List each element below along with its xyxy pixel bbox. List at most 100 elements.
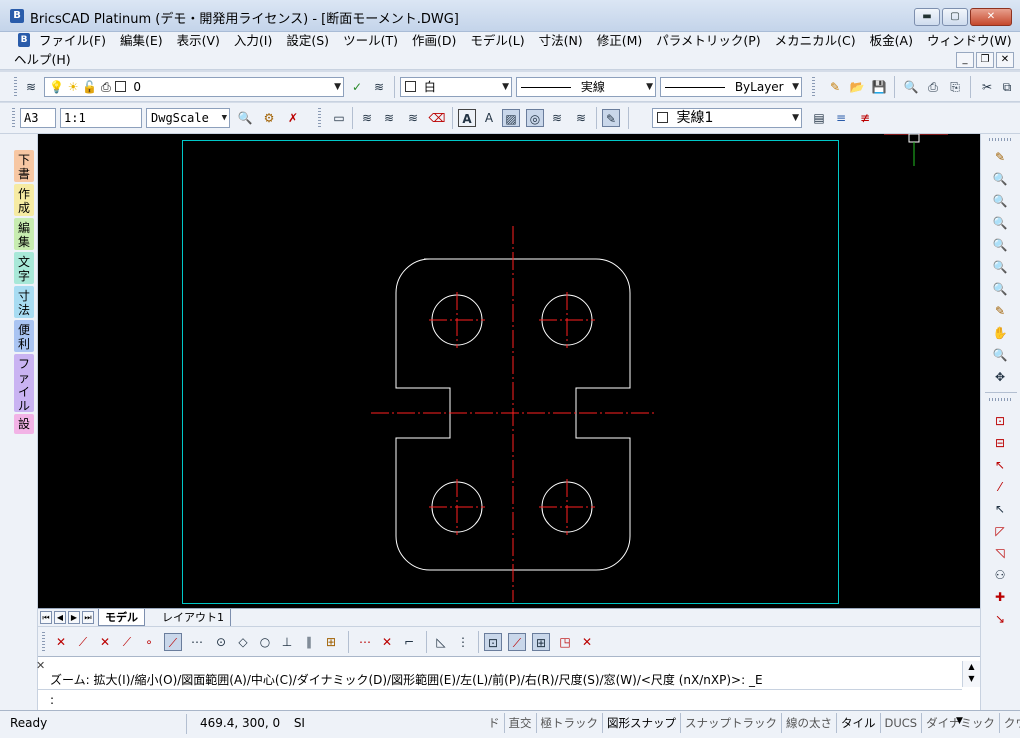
snap-clear-icon[interactable]: ✕ — [52, 633, 70, 651]
print-preview-icon[interactable]: 🔍 — [902, 78, 920, 96]
grid-icon[interactable]: ⋮ — [454, 633, 472, 651]
snap-nearest-icon[interactable]: ⟋ — [164, 633, 182, 651]
snap-node-icon[interactable]: ∘ — [140, 633, 158, 651]
lineweight-combo[interactable]: ByLayer ▼ — [660, 77, 802, 97]
toolbar-grip[interactable] — [14, 77, 17, 97]
document-close-button[interactable]: ✕ — [996, 52, 1014, 68]
menu-settings[interactable]: 設定(S) — [279, 32, 336, 50]
menu-draw[interactable]: 作画(D) — [405, 32, 463, 50]
color-combo[interactable]: 白 ▼ — [400, 77, 512, 97]
layer-match-icon[interactable]: ≋ — [370, 78, 388, 96]
dwgscale-combo[interactable]: DwgScale ▼ — [146, 108, 230, 128]
toolbar-grip[interactable] — [989, 398, 1013, 401]
redraw-icon[interactable]: ✎ — [991, 148, 1009, 166]
select-crossing-icon[interactable]: ⊟ — [991, 434, 1009, 452]
last-tab-icon[interactable]: ⏭ — [82, 611, 94, 624]
status-toggle[interactable]: 直交 — [505, 713, 537, 733]
select-window-icon[interactable]: ⊡ — [991, 412, 1009, 430]
layer-previous-icon[interactable]: ✓ — [348, 78, 366, 96]
status-menu-chevron-icon[interactable]: ▼ — [956, 716, 963, 726]
select-fence-icon[interactable]: ⁄ — [991, 478, 1009, 496]
snap-3d-icon[interactable]: ⊞ — [532, 633, 550, 651]
paper-size-field[interactable]: A3 — [20, 108, 56, 128]
dimension-update-icon[interactable]: ≢ — [856, 109, 874, 127]
zoom-all-icon[interactable]: ✎ — [991, 302, 1009, 320]
tab-layout1[interactable]: レイアウト1 — [156, 609, 231, 626]
snap-toggle-icon[interactable]: ⟋ — [508, 633, 526, 651]
text-style-a-icon[interactable]: A — [458, 109, 476, 127]
snap-insertion-icon[interactable]: ⊞ — [322, 633, 340, 651]
snap-perpendicular-icon[interactable]: ⊥ — [278, 633, 296, 651]
select-polygon-icon[interactable]: ◹ — [991, 544, 1009, 562]
toolbar-grip[interactable] — [42, 632, 45, 652]
status-toggle[interactable]: ド — [484, 713, 505, 733]
layer-combo[interactable]: 💡 ☀ 🔓 ⎙ 0 ▼ — [44, 77, 344, 97]
snap-track-icon[interactable]: ✕ — [378, 633, 396, 651]
tab-edit[interactable]: 編集 — [14, 218, 34, 250]
zoom-extents-icon[interactable]: 🔍 — [991, 280, 1009, 298]
zoom-scale-icon[interactable]: 🔍 — [236, 109, 254, 127]
attribute-off-icon[interactable]: ≋ — [572, 109, 590, 127]
toolbar-grip[interactable] — [12, 108, 15, 128]
status-coordinates[interactable]: 469.4, 300, 0 SI — [200, 716, 305, 730]
tab-draft[interactable]: 下書 — [14, 150, 34, 182]
menu-sheetmetal[interactable]: 板金(A) — [863, 32, 920, 50]
dimension-linear-icon[interactable]: ▤ — [810, 109, 828, 127]
toolbar-grip[interactable] — [318, 108, 321, 128]
snap-endpoint-icon[interactable]: ⟋ — [74, 633, 92, 651]
snap-tangent-icon[interactable]: ○ — [256, 633, 274, 651]
dimstyle-combo[interactable]: 実線1 ▼ — [652, 108, 802, 128]
mtext-icon[interactable]: A — [480, 109, 498, 127]
menu-dimension[interactable]: 寸法(N) — [532, 32, 590, 50]
menu-window[interactable]: ウィンドウ(W) — [920, 32, 1019, 50]
tab-file[interactable]: ファイル — [14, 354, 34, 413]
document-icon[interactable]: B — [18, 33, 30, 47]
snap-center-icon[interactable]: ⊙ — [212, 633, 230, 651]
select-pointer-icon[interactable]: ↖ — [991, 456, 1009, 474]
new-file-icon[interactable]: ✎ — [826, 78, 844, 96]
publish-icon[interactable]: ⎘ — [946, 78, 964, 96]
select-add-icon[interactable]: ✚ — [991, 588, 1009, 606]
document-restore-button[interactable]: ❐ — [976, 52, 994, 68]
tab-model[interactable]: モデル — [98, 609, 145, 626]
dimension-edit-icon[interactable]: ≡ — [832, 109, 850, 127]
scale-field[interactable]: 1:1 — [60, 108, 142, 128]
layer-delete-icon[interactable]: ⌫ — [428, 109, 446, 127]
snap-intersection-icon[interactable]: ✕ — [96, 633, 114, 651]
menu-modify[interactable]: 修正(M) — [590, 32, 650, 50]
snap-settings-icon[interactable]: ⊡ — [484, 633, 502, 651]
first-tab-icon[interactable]: ⏮ — [40, 611, 52, 624]
maximize-button[interactable]: ▢ — [942, 8, 968, 26]
scale-reset-icon[interactable]: ✗ — [284, 109, 302, 127]
hatch-icon[interactable]: ▨ — [502, 109, 520, 127]
menu-help[interactable]: ヘルプ(H) — [14, 51, 71, 69]
viewport-icon[interactable]: ▭ — [330, 109, 348, 127]
tab-text[interactable]: 文字 — [14, 252, 34, 284]
tab-dimension[interactable]: 寸法 — [14, 286, 34, 318]
select-lasso-icon[interactable]: ◸ — [991, 522, 1009, 540]
pan-hand-icon[interactable]: ✋ — [991, 324, 1009, 342]
zoom-previous-icon[interactable]: 🔍 — [991, 192, 1009, 210]
menu-view[interactable]: 表示(V) — [170, 32, 227, 50]
zoom-in-icon[interactable]: 🔍 — [991, 258, 1009, 276]
attribute-on-icon[interactable]: ≋ — [548, 109, 566, 127]
select-group-icon[interactable]: ⚇ — [991, 566, 1009, 584]
polar-icon[interactable]: ◺ — [432, 633, 450, 651]
prev-tab-icon[interactable]: ◀ — [54, 611, 66, 624]
block-icon[interactable]: ◎ — [526, 109, 544, 127]
next-tab-icon[interactable]: ▶ — [68, 611, 80, 624]
toolbar-grip[interactable] — [989, 138, 1013, 141]
snap-parallel-icon[interactable]: ∥ — [300, 633, 318, 651]
move-view-icon[interactable]: ✥ — [991, 368, 1009, 386]
zoom-realtime-icon[interactable]: 🔍 — [991, 170, 1009, 188]
drawing-canvas[interactable] — [38, 134, 980, 608]
open-file-icon[interactable]: 📂 — [848, 78, 866, 96]
status-toggle[interactable]: クウィド — [1000, 713, 1020, 733]
cut-icon[interactable]: ✂ — [978, 78, 996, 96]
select-last-icon[interactable]: ↘ — [991, 610, 1009, 628]
zoom-window-icon[interactable]: 🔍 — [991, 214, 1009, 232]
tab-utility[interactable]: 便利 — [14, 320, 34, 352]
menu-tools[interactable]: ツール(T) — [336, 32, 405, 50]
snap-quadrant-icon[interactable]: ◇ — [234, 633, 252, 651]
menu-mechanical[interactable]: メカニカル(C) — [768, 32, 863, 50]
